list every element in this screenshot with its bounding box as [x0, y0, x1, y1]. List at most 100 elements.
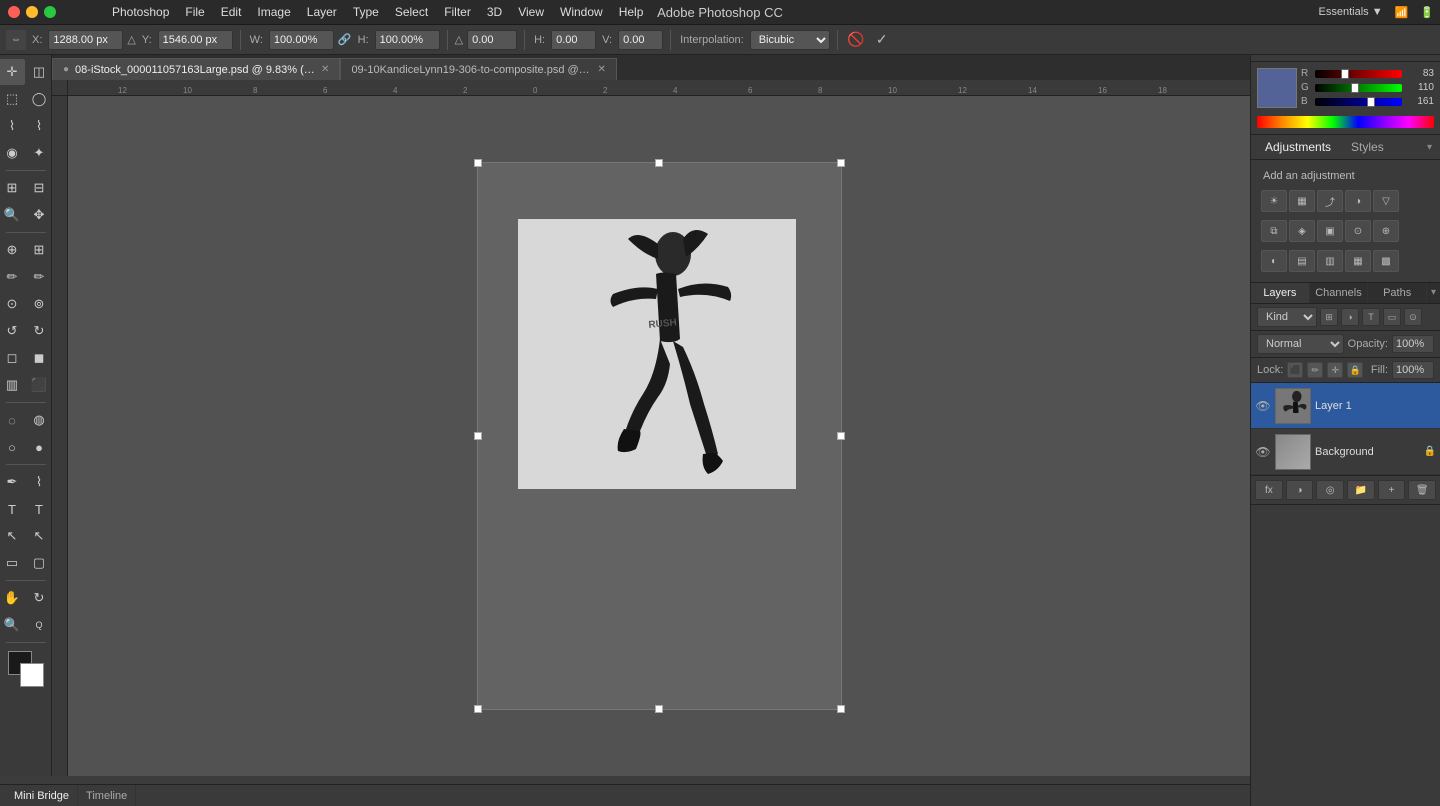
history-brush-tool[interactable]: ↺	[0, 318, 25, 344]
gradient-tool[interactable]: ▥	[0, 372, 25, 398]
transform-handle-tr[interactable]	[837, 159, 845, 167]
b-track[interactable]	[1315, 98, 1402, 106]
hand-tool[interactable]: ✋	[0, 585, 25, 611]
transform-handle-mr[interactable]	[837, 432, 845, 440]
path-select-tool[interactable]: ↖	[0, 523, 25, 549]
menu-type[interactable]: Type	[345, 0, 387, 24]
essentials-dropdown[interactable]: Essentials ▼	[1313, 6, 1389, 18]
layer-item-1[interactable]: 👁 Background 🔒	[1251, 429, 1440, 475]
color-swatch-main[interactable]	[1257, 68, 1297, 108]
menu-layer[interactable]: Layer	[299, 0, 345, 24]
adj-photo-filter[interactable]: ⊙	[1345, 220, 1371, 242]
type-filter-icon[interactable]: T	[1362, 308, 1380, 326]
new-layer-button[interactable]: +	[1378, 480, 1406, 500]
blend-mode-dropdown[interactable]: Normal	[1257, 334, 1344, 354]
g-track[interactable]	[1315, 84, 1402, 92]
adj-threshold[interactable]: ▥	[1317, 250, 1343, 272]
adj-brightness[interactable]: ☀	[1261, 190, 1287, 212]
fill-input[interactable]	[1392, 361, 1434, 379]
menu-help[interactable]: Help	[611, 0, 652, 24]
new-adjustment-button[interactable]: ◎	[1316, 480, 1344, 500]
pen-tool[interactable]: ✒	[0, 469, 25, 495]
color-sampler-tool[interactable]: ✥	[26, 202, 52, 228]
eraser-tool[interactable]: ◻	[0, 345, 25, 371]
adj-hue-sat[interactable]: ⧉	[1261, 220, 1287, 242]
layer-item-0[interactable]: 👁 Layer 1	[1251, 383, 1440, 429]
transform-handle-br[interactable]	[837, 705, 845, 713]
tab-1[interactable]: 09-10KandiceLynn19-306-to-composite.psd …	[340, 58, 616, 80]
lock-all-icon[interactable]: 🔒	[1347, 362, 1363, 378]
x-input[interactable]	[48, 30, 123, 50]
canvas-area[interactable]: 12 10 8 6 4 2 0 2 4 6 8 10 12 14 16 18 4…	[52, 80, 1250, 776]
minimize-button[interactable]	[26, 6, 38, 18]
h-input[interactable]	[375, 30, 440, 50]
adj-vibrance[interactable]: ▽	[1373, 190, 1399, 212]
lasso-tool[interactable]: ⌇	[0, 113, 25, 139]
magic-wand-tool[interactable]: ✦	[26, 140, 52, 166]
clone-stamp-tool[interactable]: ⊙	[0, 291, 25, 317]
rect-select-tool[interactable]: ⬚	[0, 86, 25, 112]
brush-tool[interactable]: ✏	[0, 264, 25, 290]
menu-photoshop[interactable]: Photoshop	[104, 0, 177, 24]
g-thumb[interactable]	[1351, 83, 1359, 93]
background-color[interactable]	[20, 663, 44, 687]
layer-mask-button[interactable]: ◑	[1286, 480, 1314, 500]
adjustment-filter-icon[interactable]: ◑	[1341, 308, 1359, 326]
transform-handle-bm[interactable]	[655, 705, 663, 713]
adj-exposure[interactable]: ◑	[1345, 190, 1371, 212]
sharpen-tool[interactable]: ◍	[26, 407, 52, 433]
h2-input[interactable]	[551, 30, 596, 50]
adj-panel-collapse[interactable]: ▾	[1427, 142, 1432, 153]
layers-panel-collapse[interactable]: ▾	[1427, 283, 1440, 303]
crop-tool[interactable]: ⊞	[0, 175, 25, 201]
tab-close-1[interactable]: ✕	[597, 64, 605, 75]
zoom-tool[interactable]: 🔍	[0, 612, 25, 638]
interpolation-select[interactable]: Bicubic	[750, 30, 830, 50]
channels-tab[interactable]: Channels	[1310, 283, 1369, 303]
tab-close-0[interactable]: ✕	[321, 64, 329, 75]
menu-filter[interactable]: Filter	[436, 0, 479, 24]
color-switcher[interactable]	[8, 651, 44, 687]
rounded-rect-tool[interactable]: ▢	[26, 550, 52, 576]
poly-lasso-tool[interactable]: ⌇	[26, 113, 52, 139]
dodge-tool[interactable]: ○	[0, 434, 25, 460]
adj-levels[interactable]: ▦	[1289, 190, 1315, 212]
v-input[interactable]	[618, 30, 663, 50]
artboard-tool[interactable]: ◫	[26, 59, 52, 85]
r-track[interactable]	[1315, 70, 1402, 78]
adj-curves[interactable]: ⤴	[1317, 190, 1343, 212]
transform-handle-tm[interactable]	[655, 159, 663, 167]
adj-color-balance[interactable]: ◈	[1289, 220, 1315, 242]
transform-handle-ml[interactable]	[474, 432, 482, 440]
freeform-pen-tool[interactable]: ⌇	[26, 469, 52, 495]
spot-healing-tool[interactable]: ⊕	[0, 237, 25, 263]
styles-tab[interactable]: Styles	[1345, 140, 1390, 154]
transform-handle-bl[interactable]	[474, 705, 482, 713]
kind-dropdown[interactable]: Kind	[1257, 307, 1317, 327]
layer-0-visibility[interactable]: 👁	[1255, 398, 1271, 414]
paths-tab[interactable]: Paths	[1368, 283, 1427, 303]
y-input[interactable]	[158, 30, 233, 50]
perspective-crop-tool[interactable]: ⊟	[26, 175, 52, 201]
zoom-out-tool[interactable]: Q	[26, 612, 52, 638]
quick-select-tool[interactable]: ◉	[0, 140, 25, 166]
adj-selective-color[interactable]: ▩	[1373, 250, 1399, 272]
shape-filter-icon[interactable]: ▭	[1383, 308, 1401, 326]
opacity-input[interactable]	[1392, 335, 1434, 353]
layer-fx-button[interactable]: fx	[1255, 480, 1283, 500]
rotate-view-tool[interactable]: ↻	[26, 585, 52, 611]
rotation-input[interactable]	[467, 30, 517, 50]
adj-posterize[interactable]: ▤	[1289, 250, 1315, 272]
adj-bw[interactable]: ▣	[1317, 220, 1343, 242]
burn-tool[interactable]: ●	[26, 434, 52, 460]
r-thumb[interactable]	[1341, 69, 1349, 79]
pencil-tool[interactable]: ✏	[26, 264, 52, 290]
adj-gradient-map[interactable]: ▦	[1345, 250, 1371, 272]
cancel-transform-button[interactable]: 🚫	[845, 29, 867, 51]
vertical-type-tool[interactable]: T	[26, 496, 52, 522]
new-group-button[interactable]: 📁	[1347, 480, 1375, 500]
pattern-stamp-tool[interactable]: ⊚	[26, 291, 52, 317]
art-history-tool[interactable]: ↻	[26, 318, 52, 344]
canvas-content[interactable]: RUSH	[68, 96, 1250, 776]
menu-file[interactable]: File	[177, 0, 212, 24]
